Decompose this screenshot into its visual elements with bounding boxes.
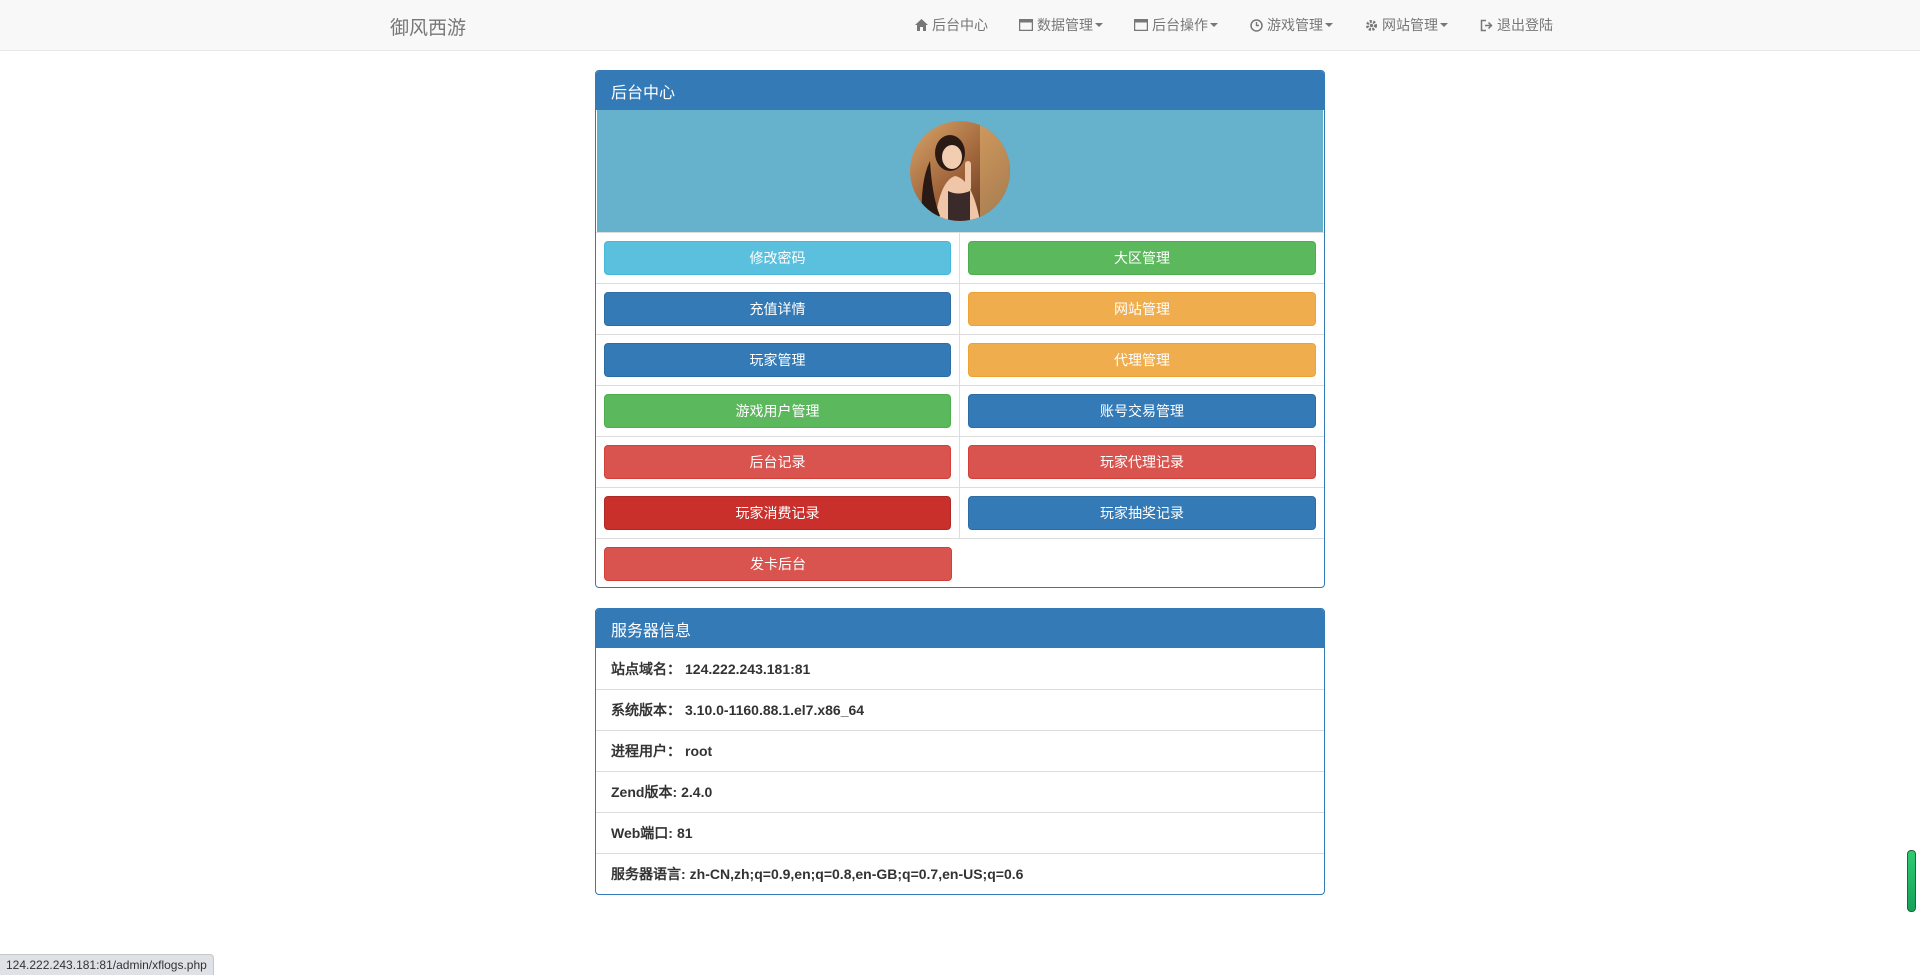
nav-item-admin-operations[interactable]: 后台操作: [1118, 0, 1233, 50]
region-management-button[interactable]: 大区管理: [968, 241, 1316, 275]
info-row-web-port: Web端口: 81: [596, 812, 1324, 853]
nav-item-admin-center[interactable]: 后台中心: [898, 0, 1003, 50]
info-value: 3.10.0-1160.88.1.el7.x86_64: [685, 702, 865, 718]
recharge-details-button[interactable]: 充值详情: [604, 292, 951, 326]
info-label: Web端口:: [611, 825, 673, 841]
nav-item-label: 后台操作: [1152, 17, 1208, 33]
nav-item-game-management[interactable]: 游戏管理: [1233, 0, 1348, 50]
card-issuing-backend-button[interactable]: 发卡后台: [604, 547, 952, 581]
info-label: 系统版本：: [611, 702, 681, 718]
nav-item-label: 后台中心: [932, 17, 988, 33]
site-management-button[interactable]: 网站管理: [968, 292, 1316, 326]
caret-down-icon: [1210, 23, 1218, 27]
top-navbar: 御风西游 后台中心 数据管理 后台操作 游戏管理 网站管理 退出登陆: [0, 0, 1920, 51]
home-icon: [913, 17, 929, 33]
side-scroll-widget[interactable]: [1907, 850, 1916, 912]
brand-title[interactable]: 御风西游: [390, 13, 466, 40]
admin-logs-button[interactable]: 后台记录: [604, 445, 951, 479]
server-info-panel: 服务器信息 站点域名： 124.222.243.181:81 系统版本： 3.1…: [595, 608, 1325, 895]
info-label: 站点域名：: [611, 660, 681, 677]
player-management-button[interactable]: 玩家管理: [604, 343, 951, 377]
caret-down-icon: [1095, 23, 1103, 27]
nav-item-logout[interactable]: 退出登陆: [1463, 0, 1568, 50]
server-info-list: 站点域名： 124.222.243.181:81 系统版本： 3.10.0-11…: [596, 648, 1324, 894]
account-trade-management-button[interactable]: 账号交易管理: [968, 394, 1316, 428]
info-row-process-user: 进程用户： root: [596, 730, 1324, 771]
info-row-server-language: 服务器语言: zh-CN,zh;q=0.9,en;q=0.8,en-GB;q=0…: [596, 853, 1324, 894]
info-value: 2.4.0: [681, 784, 713, 800]
info-label: Zend版本:: [611, 784, 678, 800]
nav-item-label: 退出登陆: [1497, 17, 1553, 33]
info-label: 进程用户：: [611, 743, 681, 759]
nav-item-label: 游戏管理: [1267, 17, 1323, 33]
agent-management-button[interactable]: 代理管理: [968, 343, 1316, 377]
player-spending-logs-button[interactable]: 玩家消费记录: [604, 496, 951, 530]
info-value: root: [685, 743, 713, 759]
gear-icon: [1363, 17, 1379, 33]
player-lottery-logs-button[interactable]: 玩家抽奖记录: [968, 496, 1316, 530]
info-value: 124.222.243.181:81: [685, 660, 811, 677]
info-row-domain: 站点域名： 124.222.243.181:81: [596, 648, 1324, 689]
status-bar-url: 124.222.243.181:81/admin/xflogs.php: [0, 954, 214, 975]
admin-button-grid: 修改密码 大区管理 充值详情 网站管理 玩家管理 代理管理 游戏用户管理 账号交…: [596, 232, 1324, 587]
caret-down-icon: [1440, 23, 1448, 27]
info-row-system-version: 系统版本： 3.10.0-1160.88.1.el7.x86_64: [596, 689, 1324, 730]
nav-item-site-management[interactable]: 网站管理: [1348, 0, 1463, 50]
nav-menu: 后台中心 数据管理 后台操作 游戏管理 网站管理 退出登陆: [898, 0, 1568, 50]
panel-title: 后台中心: [596, 71, 1324, 110]
info-row-zend-version: Zend版本: 2.4.0: [596, 771, 1324, 812]
logout-icon: [1478, 17, 1494, 33]
panel-title: 服务器信息: [596, 609, 1324, 648]
avatar: [910, 121, 1010, 221]
window-icon: [1133, 17, 1149, 33]
nav-item-data-management[interactable]: 数据管理: [1003, 0, 1118, 50]
nav-item-label: 网站管理: [1382, 17, 1438, 33]
admin-center-panel: 后台中心 修改密码 大区管理 充值详情 网站管理 玩家管理 代理管理 游戏用户管…: [595, 70, 1325, 588]
caret-down-icon: [1325, 23, 1333, 27]
player-agent-logs-button[interactable]: 玩家代理记录: [968, 445, 1316, 479]
nav-item-label: 数据管理: [1037, 17, 1093, 33]
window-icon: [1018, 17, 1034, 33]
info-label: 服务器语言:: [611, 866, 686, 882]
info-value: 81: [676, 825, 693, 841]
info-value: zh-CN,zh;q=0.9,en;q=0.8,en-GB;q=0.7,en-U…: [689, 866, 1024, 882]
clock-icon: [1248, 17, 1264, 33]
avatar-banner: [596, 110, 1324, 232]
change-password-button[interactable]: 修改密码: [604, 241, 951, 275]
game-user-management-button[interactable]: 游戏用户管理: [604, 394, 951, 428]
